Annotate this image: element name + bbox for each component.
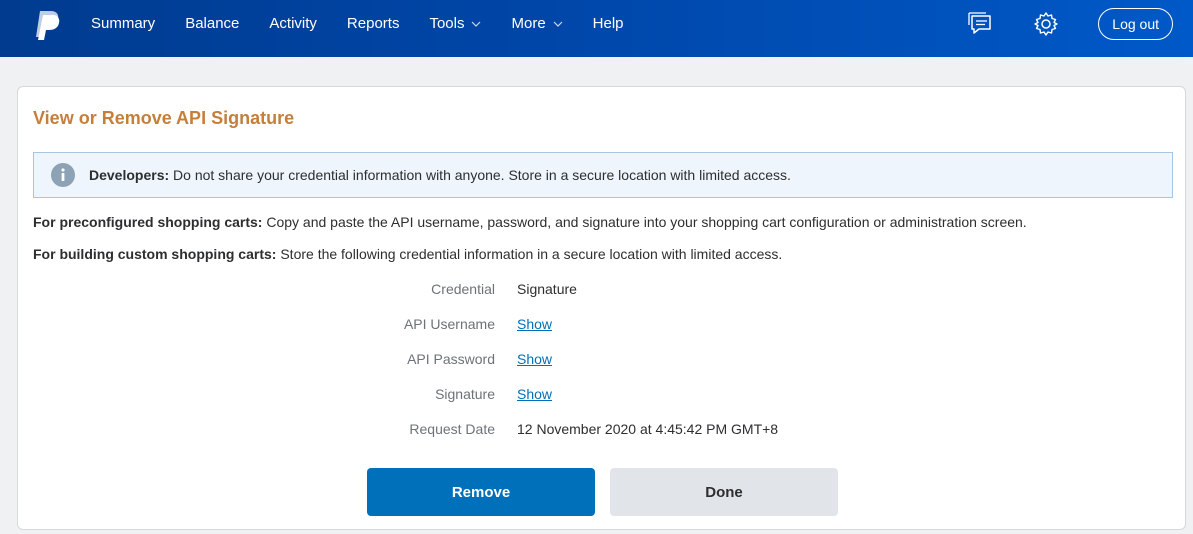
message-center-button[interactable] [966,10,994,38]
nav-activity[interactable]: Activity [254,0,332,47]
nav-right-actions: Log out [966,0,1173,47]
nav-tools[interactable]: Tools [414,0,496,47]
done-button[interactable]: Done [610,468,838,516]
signature-row: Signature Show [18,386,1187,406]
developer-notice-text: Developers: Do not share your credential… [89,167,791,183]
api-password-row: API Password Show [18,351,1187,371]
api-username-label: API Username [403,316,495,332]
chevron-down-icon [472,21,481,27]
top-navigation-bar: Summary Balance Activity Reports Tools M… [0,0,1193,57]
nav-more[interactable]: More [496,0,577,47]
nav-reports[interactable]: Reports [332,0,415,47]
info-icon [51,163,75,187]
api-username-row: API Username Show [18,316,1187,336]
show-api-password-link[interactable]: Show [517,351,552,367]
paypal-logo[interactable] [31,9,61,41]
nav-balance[interactable]: Balance [170,0,254,47]
request-date-label: Request Date [409,421,495,437]
developer-notice: Developers: Do not share your credential… [33,152,1173,198]
custom-carts-text: For building custom shopping carts: Stor… [33,246,783,262]
request-date-row: Request Date 12 November 2020 at 4:45:42… [18,421,1187,441]
chevron-down-icon [553,21,563,27]
remove-button[interactable]: Remove [367,468,595,516]
credential-value: Signature [517,281,577,297]
main-nav: Summary Balance Activity Reports Tools M… [76,0,639,47]
logout-button[interactable]: Log out [1098,7,1173,40]
settings-button[interactable] [1032,10,1060,38]
show-api-username-link[interactable]: Show [517,316,552,332]
nav-summary[interactable]: Summary [76,0,170,47]
api-password-label: API Password [407,351,495,367]
request-date-value: 12 November 2020 at 4:45:42 PM GMT+8 [517,421,779,437]
preconfigured-carts-text: For preconfigured shopping carts: Copy a… [33,214,1027,230]
gear-icon [1034,11,1058,36]
nav-help[interactable]: Help [578,0,639,47]
signature-label: Signature [435,386,495,402]
page-title: View or Remove API Signature [33,108,295,128]
show-signature-link[interactable]: Show [517,386,552,402]
credential-row: Credential Signature [18,281,1187,301]
api-signature-card: View or Remove API Signature Developers:… [17,86,1186,530]
credential-label: Credential [431,281,495,297]
message-center-icon [968,11,992,34]
